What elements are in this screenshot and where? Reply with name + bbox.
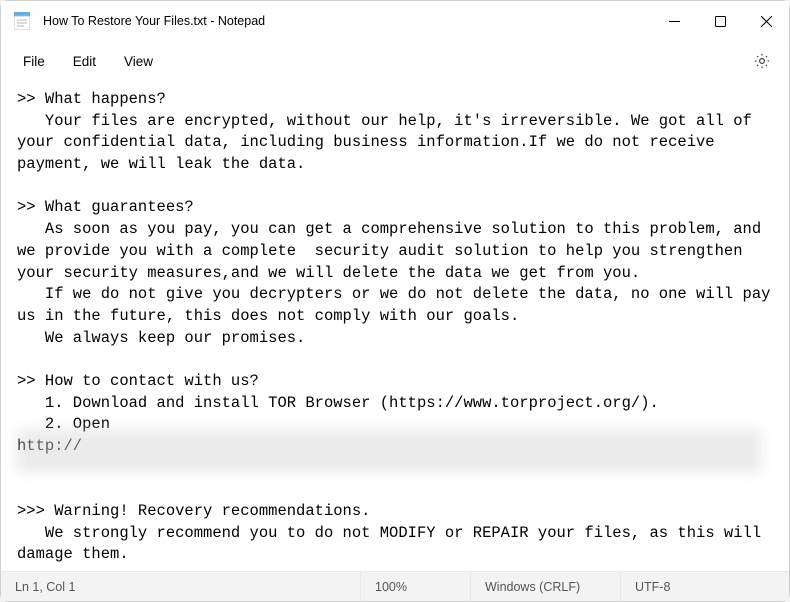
notepad-icon xyxy=(13,12,31,30)
close-button[interactable] xyxy=(743,1,789,41)
window-title: How To Restore Your Files.txt - Notepad xyxy=(43,14,651,28)
minimize-button[interactable] xyxy=(651,1,697,41)
maximize-button[interactable] xyxy=(697,1,743,41)
status-encoding: UTF-8 xyxy=(621,572,789,601)
status-position: Ln 1, Col 1 xyxy=(1,572,361,601)
document-text: >> What happens? Your files are encrypte… xyxy=(17,90,780,563)
menubar: File Edit View xyxy=(1,41,789,81)
settings-button[interactable] xyxy=(743,44,781,78)
menu-file[interactable]: File xyxy=(9,48,59,75)
menu-view[interactable]: View xyxy=(110,48,167,75)
notepad-window: How To Restore Your Files.txt - Notepad … xyxy=(0,0,790,602)
statusbar: Ln 1, Col 1 100% Windows (CRLF) UTF-8 xyxy=(1,571,789,601)
text-area[interactable]: >> What happens? Your files are encrypte… xyxy=(1,81,789,571)
menu-edit[interactable]: Edit xyxy=(59,48,110,75)
window-controls xyxy=(651,1,789,41)
redacted-overlay xyxy=(17,429,762,473)
titlebar[interactable]: How To Restore Your Files.txt - Notepad xyxy=(1,1,789,41)
status-line-ending: Windows (CRLF) xyxy=(471,572,621,601)
status-zoom[interactable]: 100% xyxy=(361,572,471,601)
